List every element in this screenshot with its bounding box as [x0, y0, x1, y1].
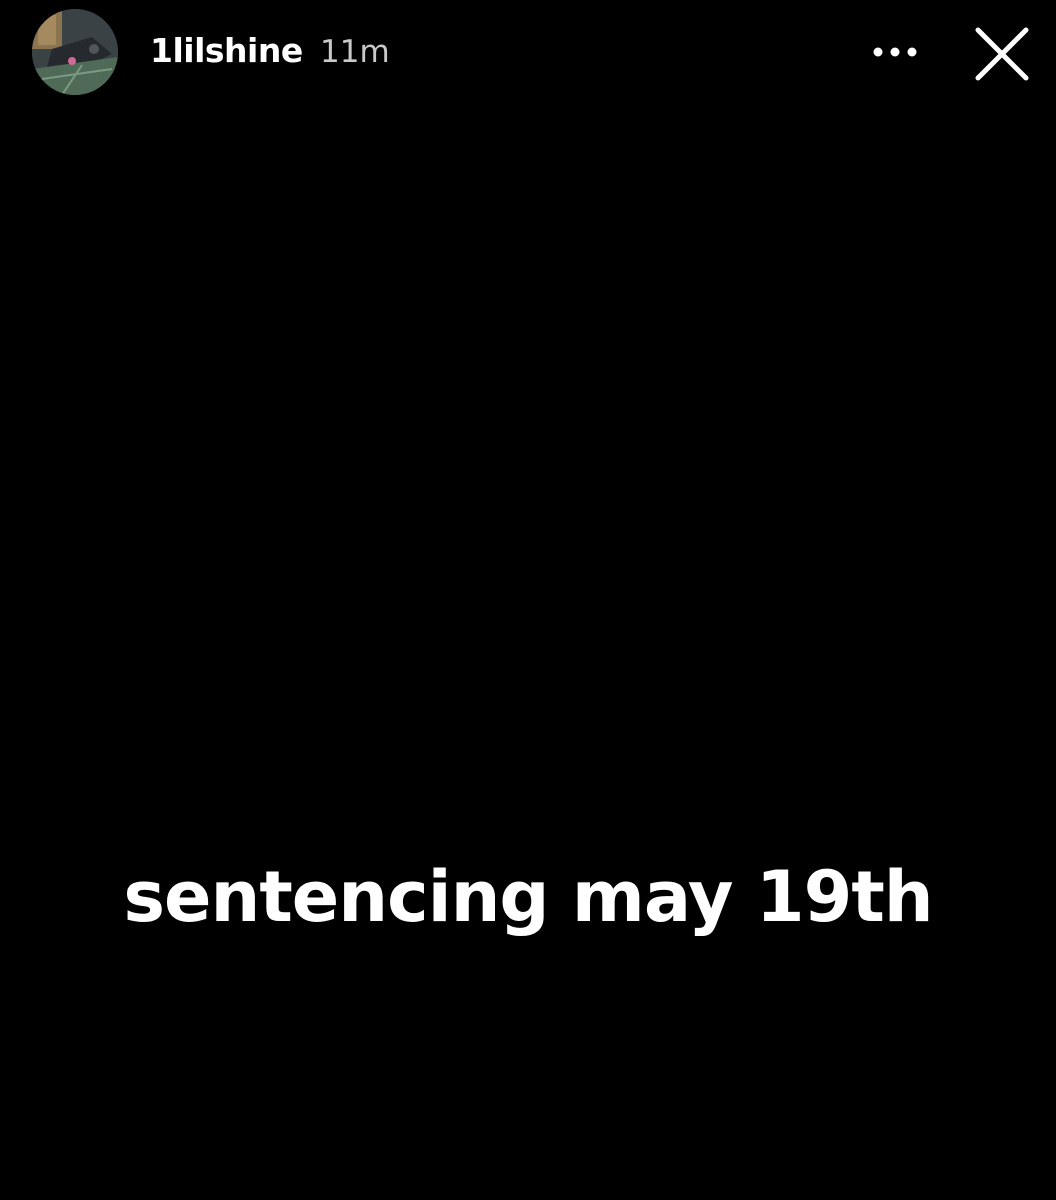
username[interactable]: 1lilshine [150, 30, 303, 72]
story-header: 1lilshine 11m [0, 0, 1056, 104]
story-viewer: 1lilshine 11m sentencing may 19th [0, 0, 1056, 1200]
close-icon [975, 27, 1029, 81]
avatar[interactable] [32, 9, 118, 95]
timestamp: 11m [320, 34, 390, 70]
close-button[interactable] [966, 18, 1038, 90]
more-options-icon [873, 47, 917, 57]
more-options-button[interactable] [864, 30, 926, 74]
avatar-image [32, 9, 118, 95]
story-caption: sentencing may 19th [123, 856, 933, 938]
